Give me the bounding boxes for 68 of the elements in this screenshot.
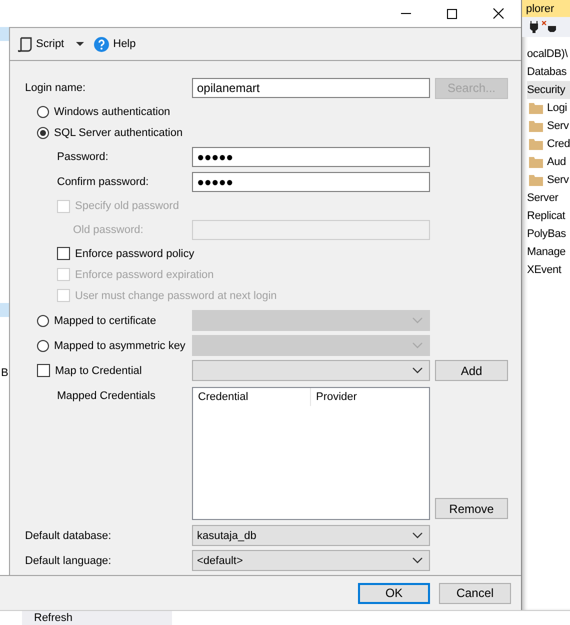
radio-button[interactable]: [37, 106, 49, 118]
refresh-button[interactable]: Refresh: [22, 611, 172, 625]
checkbox[interactable]: [57, 247, 70, 260]
field-label: Old password:: [73, 224, 144, 236]
tree-item[interactable]: ocalDB)\: [527, 45, 570, 63]
option-label[interactable]: Mapped to certificate: [54, 314, 156, 326]
chevron-icon: [412, 342, 423, 349]
page-label: B: [1, 367, 8, 379]
folder-icon: [529, 120, 543, 132]
tree-item[interactable]: Manage: [527, 243, 570, 261]
option-label[interactable]: Map to Credential: [55, 364, 142, 376]
column-header[interactable]: Provider: [311, 388, 362, 406]
field-label: Login name:: [25, 82, 86, 94]
tree-item[interactable]: Server: [527, 189, 570, 207]
dropdown[interactable]: kasutaja_db: [192, 525, 430, 546]
option-label[interactable]: Windows authentication: [54, 106, 170, 118]
chevron-icon: [412, 532, 423, 539]
chevron-icon: [412, 367, 423, 374]
password-field[interactable]: ●●●●●: [192, 172, 430, 192]
cancel-button[interactable]: Cancel: [439, 582, 511, 604]
folder-icon: [529, 156, 543, 168]
tree-item[interactable]: PolyBas: [527, 225, 570, 243]
selected-page-highlight: [0, 27, 9, 41]
tree-item[interactable]: Cred: [546, 138, 570, 150]
remove-button[interactable]: Remove: [435, 498, 508, 519]
plug-icon[interactable]: [530, 21, 538, 33]
checkbox[interactable]: [37, 364, 50, 377]
panel-title: plorer: [522, 0, 570, 17]
field-label: Password:: [57, 151, 108, 163]
password-field[interactable]: ●●●●●: [192, 147, 430, 167]
caret-icon: [76, 42, 84, 46]
field-label: Confirm password:: [57, 176, 149, 188]
selected-page-highlight: [0, 303, 9, 317]
tree-item[interactable]: Databas: [527, 63, 570, 81]
field-label: Default database:: [25, 530, 112, 542]
option-label[interactable]: SQL Server authentication: [54, 126, 183, 138]
disconnect-icon[interactable]: [542, 21, 556, 33]
folder-icon: [529, 138, 543, 150]
help-button[interactable]: Help: [92, 34, 138, 54]
radio-button[interactable]: [37, 340, 49, 352]
login-name-field[interactable]: opilanemart: [192, 78, 430, 98]
column-header[interactable]: Credential: [193, 388, 311, 406]
add-button[interactable]: Add: [435, 360, 508, 381]
list-label: Mapped Credentials: [57, 390, 156, 402]
option-label[interactable]: Enforce password policy: [75, 248, 194, 260]
help-icon: [94, 36, 110, 52]
folder-icon: [529, 174, 543, 186]
folder-icon: [529, 102, 543, 114]
tree-item[interactable]: Serv: [547, 120, 569, 132]
tree-item[interactable]: Aud: [547, 156, 566, 168]
option-label[interactable]: Mapped to asymmetric key: [54, 340, 186, 352]
dropdown[interactable]: <default>: [192, 550, 430, 571]
close-icon[interactable]: [492, 8, 504, 19]
tree-item[interactable]: Security: [527, 81, 570, 99]
tree-item[interactable]: Replicat: [527, 207, 570, 225]
tree-item[interactable]: XEvent: [527, 261, 570, 279]
credentials-list[interactable]: Credential Provider: [192, 387, 430, 520]
chevron-icon: [412, 317, 423, 324]
script-button[interactable]: Script: [16, 34, 86, 54]
script-icon: [18, 36, 32, 52]
tree-item[interactable]: Serv: [547, 174, 569, 186]
radio-button[interactable]: [37, 314, 49, 326]
maximize-icon[interactable]: [447, 8, 457, 18]
field-label: Default language:: [25, 554, 112, 566]
chevron-icon: [412, 557, 423, 564]
tree-item[interactable]: Logi: [547, 102, 567, 114]
ok-button[interactable]: OK: [358, 582, 430, 604]
radio-button[interactable]: [37, 126, 49, 138]
